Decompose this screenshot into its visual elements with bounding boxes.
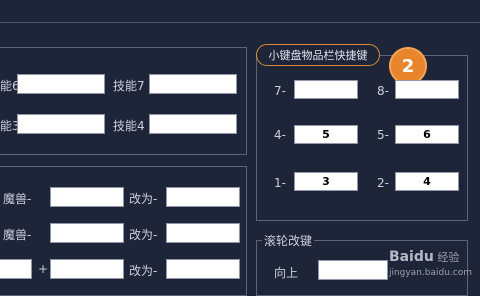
- skill4-field[interactable]: [149, 114, 237, 134]
- top-divider: [0, 22, 480, 23]
- skill7-label: 技能7: [113, 79, 145, 93]
- pet-row1-change-label: 改为-: [129, 192, 158, 206]
- slot-1-field[interactable]: 3: [294, 172, 358, 191]
- pet-row2-change-label: 改为-: [129, 228, 158, 242]
- slot-8-field[interactable]: [395, 80, 459, 99]
- pet-row3-field[interactable]: [50, 259, 124, 279]
- skill7-field[interactable]: [149, 74, 237, 94]
- pet-row2-field[interactable]: [50, 223, 124, 243]
- watermark: Baidu 经验 jingyan.baidu.com: [389, 249, 472, 278]
- slot-2-field[interactable]: 4: [395, 172, 459, 191]
- slot-2-label: 2-: [377, 176, 389, 190]
- wheel-up-label: 向上: [274, 266, 299, 280]
- slot-4-label: 4-: [274, 128, 286, 142]
- slot-7-field[interactable]: [294, 80, 358, 99]
- wheel-up-field[interactable]: [318, 260, 388, 280]
- watermark-url: jingyan.baidu.com: [388, 268, 472, 278]
- pet-row1-change-field[interactable]: [166, 187, 240, 207]
- skill-left-top-field[interactable]: [17, 74, 105, 94]
- watermark-brand: Baidu: [388, 249, 434, 265]
- pet-row3-plus: +: [38, 262, 49, 276]
- pet-row1-field[interactable]: [50, 187, 124, 207]
- slot-8-label: 8-: [377, 84, 389, 98]
- slot-4-field[interactable]: 5: [294, 125, 358, 144]
- skill4-label: 技能4: [113, 119, 145, 133]
- wheel-panel-title: 滚轮改键: [262, 232, 315, 249]
- skill-left-bottom-field[interactable]: [17, 114, 105, 134]
- pet-row2-change-field[interactable]: [166, 223, 240, 243]
- watermark-text: 经验: [437, 251, 460, 264]
- pet-row1-label: 魔兽-: [3, 192, 32, 206]
- slot-1-label: 1-: [274, 176, 286, 190]
- pet-row3-change-label: 改为-: [129, 264, 158, 278]
- quickbar-title: 小键盘物品栏快捷键: [256, 44, 380, 66]
- slot-5-field[interactable]: 6: [395, 125, 459, 144]
- slot-7-label: 7-: [274, 84, 286, 98]
- pet-row3-change-field[interactable]: [166, 259, 240, 279]
- pet-row2-label: 魔兽-: [3, 228, 32, 242]
- skills-panel: [0, 47, 247, 155]
- slot-5-label: 5-: [377, 128, 389, 142]
- pet-row3-left-field[interactable]: [0, 259, 32, 279]
